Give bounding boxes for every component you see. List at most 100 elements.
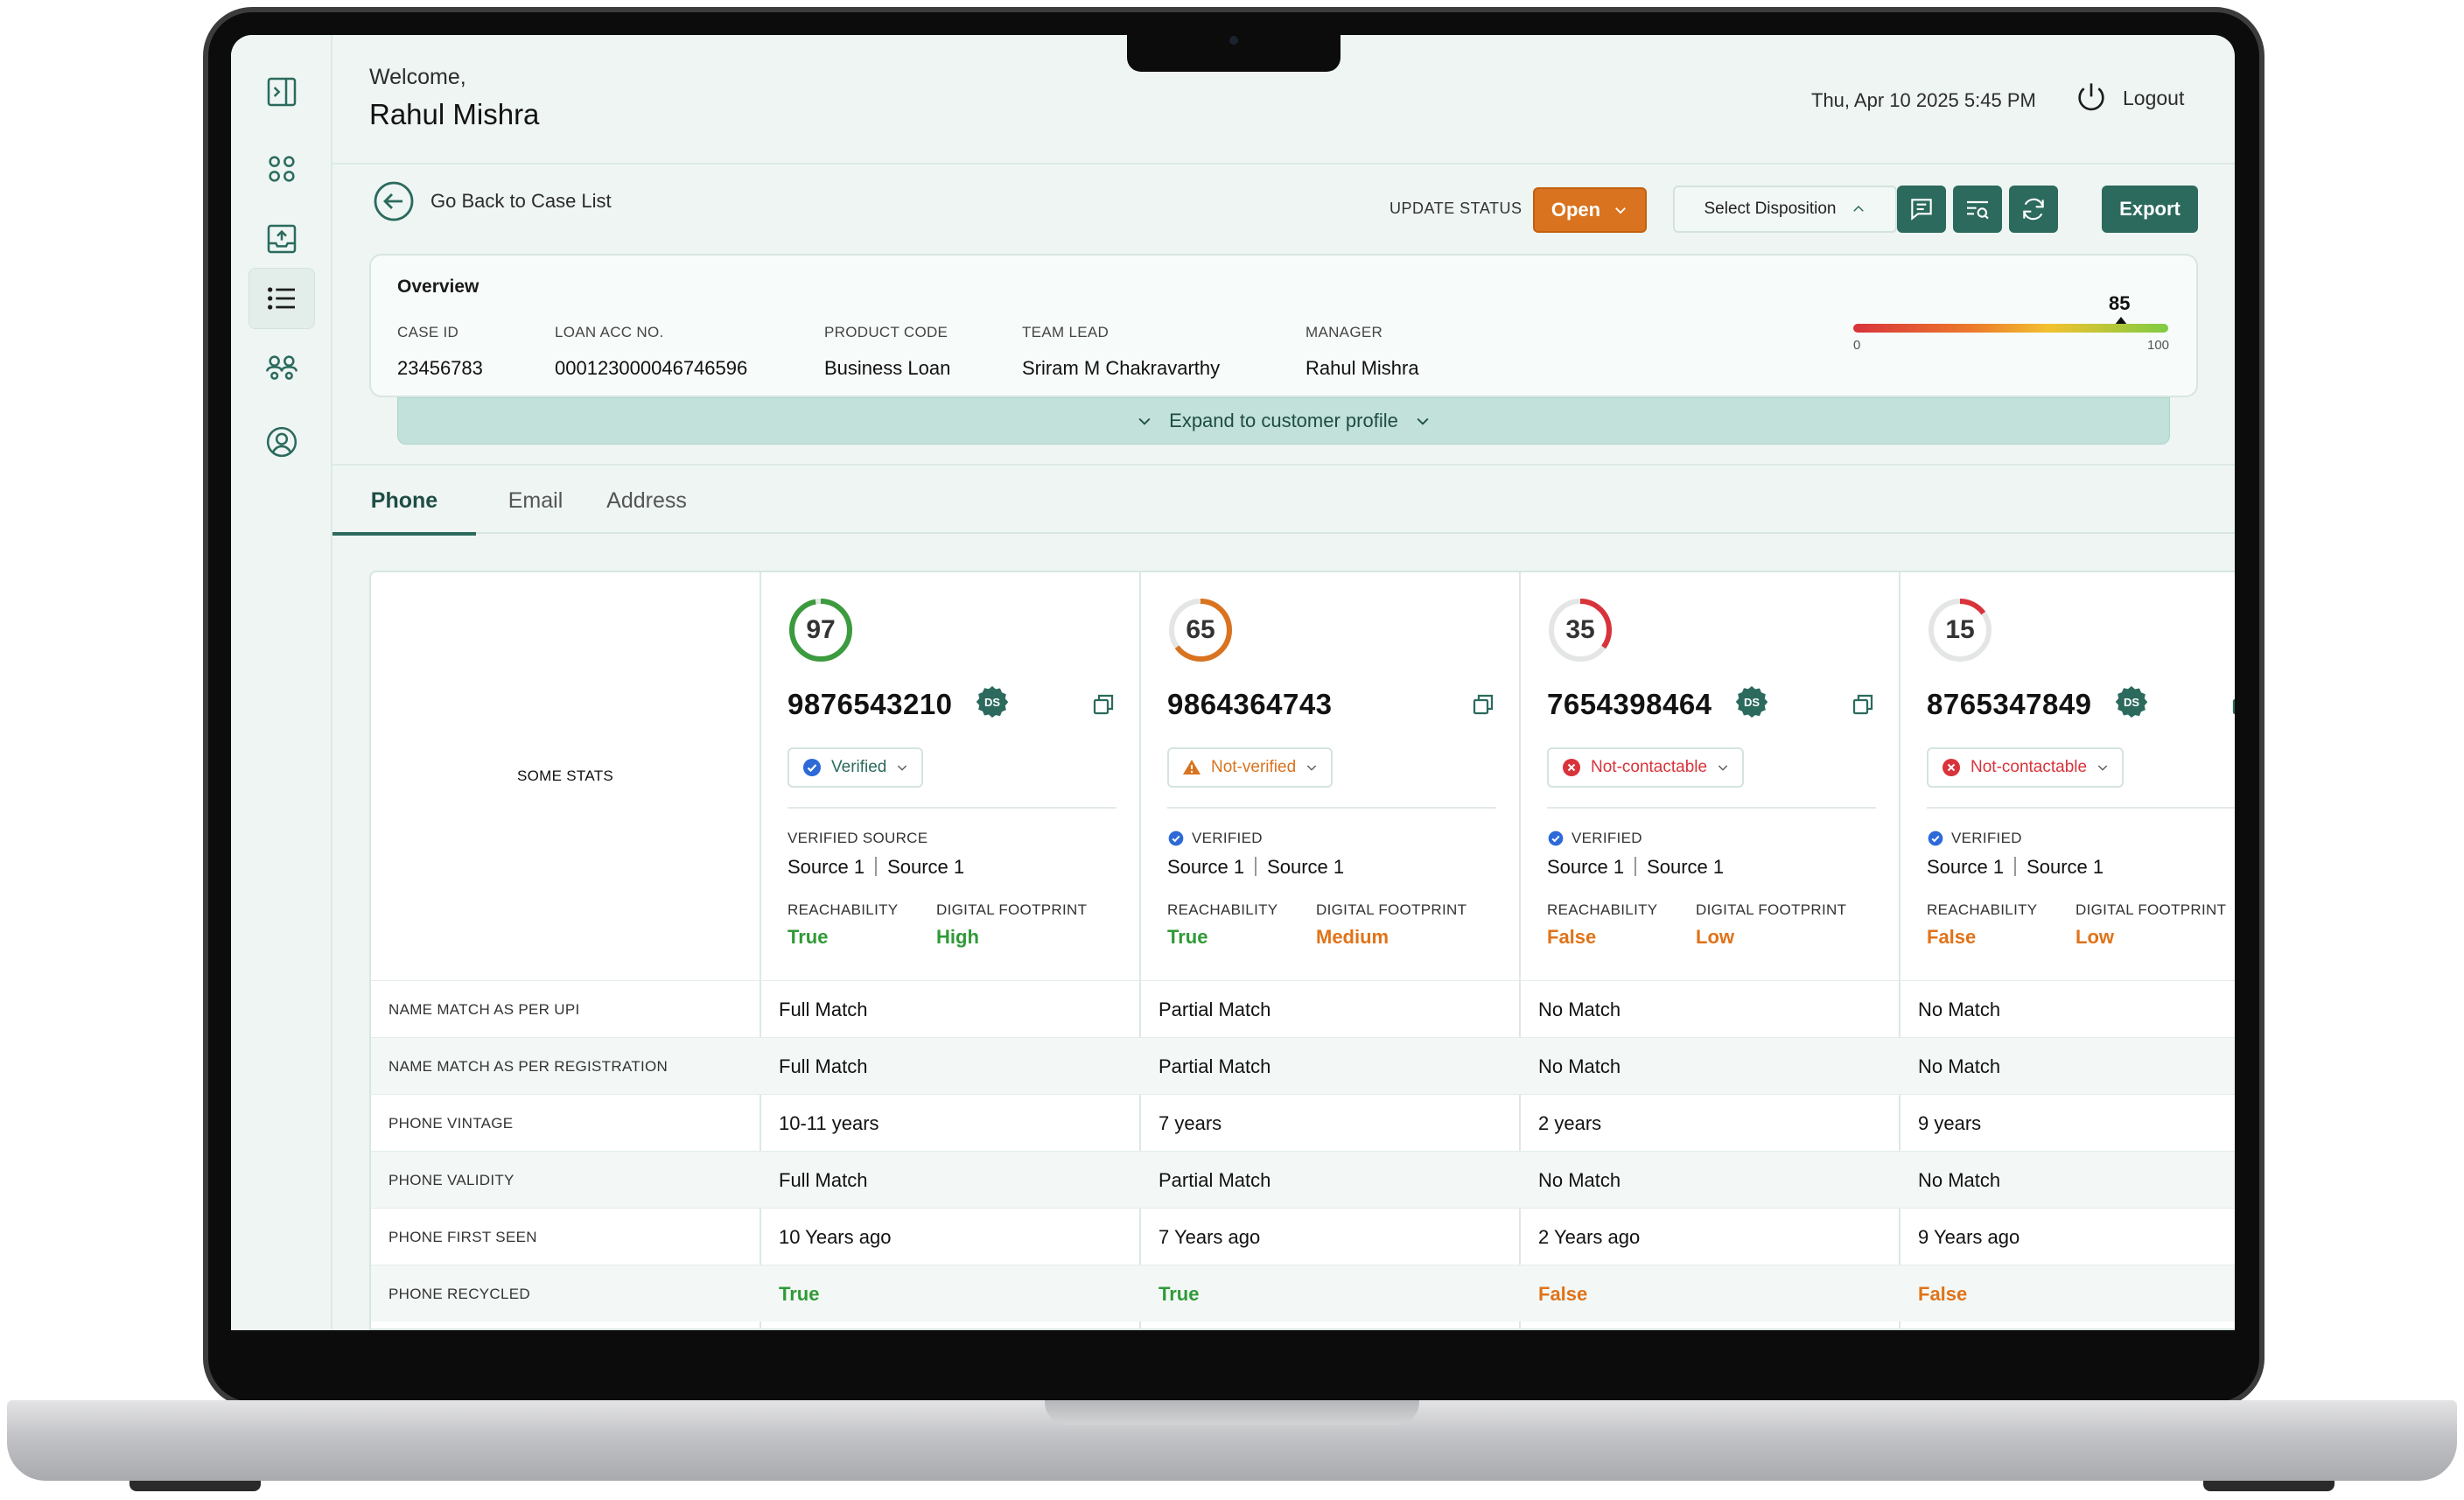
refresh-button[interactable] (2009, 186, 2058, 233)
chevron-down-icon (2097, 765, 2108, 771)
back-to-case-list-link[interactable]: Go Back to Case List (373, 180, 612, 222)
status-label: Not-verified (1211, 758, 1297, 776)
verified-source-label: VERIFIED (1927, 830, 2022, 847)
row-cell: 10-11 years (779, 1112, 879, 1134)
reachability-label: REACHABILITY (1167, 901, 1278, 918)
gauge-min: 0 (1853, 338, 1861, 353)
field-label: TEAM LEAD (1022, 324, 1110, 340)
stats-header: SOME STATS (516, 768, 614, 784)
row-cell: No Match (1918, 1055, 2001, 1077)
list-search-icon (1967, 200, 1989, 220)
table-row: PHONE RECYCLED True True False False (371, 1265, 2235, 1321)
grid-icon (269, 156, 295, 182)
phone-stats-table: SOME STATS 97 9876543210 DS Verified VER… (369, 571, 2235, 1330)
field-value: 23456783 (397, 357, 483, 379)
copy-icon[interactable] (2230, 691, 2235, 718)
field-value: Business Loan (824, 357, 951, 379)
table-row: PHONE FIRST SEEN 10 Years ago 7 Years ago 2… (371, 1208, 2235, 1265)
reachability-value: False (1547, 926, 1597, 948)
sidebar-item-profile[interactable] (248, 411, 315, 473)
risk-score-gauge: 85 0 100 (1853, 292, 2169, 362)
verification-status-dropdown[interactable]: Verified (788, 747, 924, 788)
row-label: PHONE VALIDITY (388, 1172, 514, 1188)
verification-status-dropdown[interactable]: Not-contactable (1547, 747, 1745, 788)
status-label: Not-contactable (1591, 758, 1708, 776)
phone-number: 7654398464 (1547, 688, 1712, 720)
sidebar (231, 35, 332, 1330)
contact-tabs: Phone Email Address (332, 464, 2235, 536)
status-value: Open (1550, 199, 1601, 221)
error-icon (1942, 759, 1960, 776)
chevron-down-icon (1417, 417, 1429, 425)
row-label: NAME MATCH AS PER REGISTRATION (388, 1058, 668, 1075)
expand-customer-profile-button[interactable]: Expand to customer profile (397, 397, 2170, 445)
search-details-button[interactable] (1953, 186, 2002, 233)
table-row: NAME MATCH AS PER UPI Full Match Partial M… (371, 980, 2235, 1037)
score-value: 97 (806, 615, 836, 644)
reachability-value: False (1927, 926, 1977, 948)
copy-icon[interactable] (1090, 691, 1116, 718)
verified-source-label: VERIFIED (1167, 830, 1263, 847)
field-value: Sriram M Chakravarthy (1022, 357, 1221, 379)
overview-field-manager: MANAGER Rahul Mishra (1306, 324, 1419, 380)
power-icon (2078, 83, 2104, 111)
export-button[interactable]: Export (2102, 186, 2198, 233)
score-value: 35 (1565, 615, 1595, 644)
row-cell: 9 Years ago (1918, 1226, 2020, 1248)
ds-badge-icon: DS (2115, 686, 2148, 718)
laptop-foot (2203, 1481, 2334, 1491)
status-dropdown[interactable]: Open (1533, 187, 1647, 233)
digital-footprint-label: DIGITAL FOOTPRINT (1696, 901, 1847, 918)
current-datetime: Thu, Apr 10 2025 5:45 PM (1811, 89, 2036, 111)
phone-number: 8765347849 (1927, 688, 2092, 720)
tab-address[interactable]: Address (590, 466, 704, 536)
field-value: Rahul Mishra (1306, 357, 1419, 379)
logout-button[interactable]: Logout (2074, 81, 2184, 116)
disposition-dropdown[interactable]: Select Disposition (1673, 186, 1897, 233)
svg-text:DS: DS (984, 696, 1000, 709)
verified-source-label: VERIFIED (1547, 830, 1642, 847)
digital-footprint-label: DIGITAL FOOTPRINT (2076, 901, 2227, 918)
tab-phone[interactable]: Phone (332, 466, 476, 536)
user-name: Rahul Mishra (369, 98, 540, 130)
row-cell: False (1918, 1283, 1968, 1305)
svg-text:DS: DS (1744, 696, 1760, 709)
verified-sources: Source 1 Source 1 (788, 856, 965, 878)
phone-number: 9876543210 (788, 688, 953, 720)
gauge-value: 85 (2109, 292, 2131, 314)
row-cell: 7 Years ago (1158, 1226, 1261, 1248)
svg-text:DS: DS (2124, 696, 2139, 709)
chevron-down-icon (1307, 765, 1317, 771)
copy-icon[interactable] (1470, 691, 1496, 718)
field-label: LOAN ACC NO. (555, 324, 664, 340)
phone-column: 15 8765347849 DS Not-contactable VERIFIE… (1900, 572, 2235, 980)
digital-footprint-value: Medium (1316, 926, 1390, 948)
gauge-bar (1853, 324, 2168, 333)
row-cell: Partial Match (1158, 1169, 1271, 1191)
app-screen: Welcome, Rahul Mishra Thu, Apr 10 2025 5… (231, 35, 2235, 1330)
sidebar-item-upload[interactable] (248, 208, 315, 270)
phone-column: 65 9864364743 Not-verified VERIFIED Sour… (1141, 572, 1521, 980)
copy-icon[interactable] (1850, 691, 1876, 718)
arrow-left-icon (374, 181, 414, 221)
verification-status-dropdown[interactable]: Not-verified (1167, 747, 1334, 788)
digital-footprint-value: Low (2076, 926, 2114, 948)
ds-badge-icon: DS (976, 686, 1009, 718)
overview-field-loan-acc: LOAN ACC NO. 000123000046746596 (555, 324, 747, 380)
reachability-value: True (1167, 926, 1208, 948)
reachability-value: True (788, 926, 829, 948)
divider (1927, 807, 2235, 809)
sidebar-item-team[interactable] (248, 338, 315, 399)
row-cell: Full Match (779, 999, 868, 1020)
sidebar-collapse-button[interactable] (248, 61, 315, 123)
tab-email[interactable]: Email (486, 466, 584, 536)
case-toolbar: Go Back to Case List UPDATE STATUS Open … (332, 165, 2235, 243)
row-label: PHONE VINTAGE (388, 1115, 514, 1132)
chevron-down-icon (1615, 207, 1627, 214)
verification-status-dropdown[interactable]: Not-contactable (1927, 747, 2124, 788)
expand-label: Expand to customer profile (1169, 410, 1398, 431)
verified-badge-icon (803, 759, 821, 776)
comments-button[interactable] (1897, 186, 1946, 233)
sidebar-item-dashboard[interactable] (248, 138, 315, 200)
sidebar-item-cases[interactable] (248, 268, 315, 329)
